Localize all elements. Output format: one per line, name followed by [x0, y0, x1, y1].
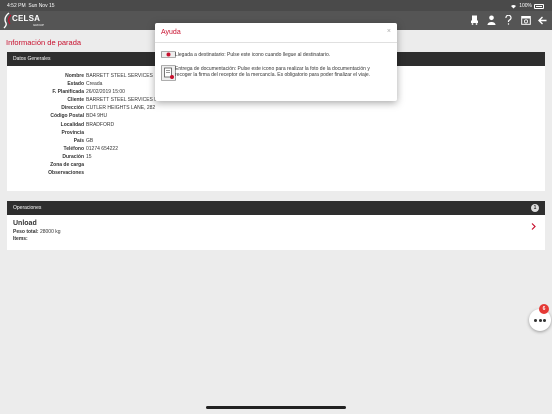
arrival-icon — [161, 51, 176, 58]
help-item-arrival-text: Llegada a destinatario: Pulse este icono… — [175, 52, 331, 58]
help-modal-title: Ayuda — [161, 29, 181, 36]
help-modal: Ayuda × Llegada a destinatario: Pulse es… — [155, 23, 397, 101]
help-item-documents-text: Entrega de documentación: Pulse este ico… — [175, 66, 371, 79]
document-delivery-icon — [161, 65, 176, 81]
help-item-arrival — [161, 51, 176, 58]
help-item-documents — [161, 65, 176, 81]
close-icon[interactable]: × — [387, 28, 391, 35]
help-modal-header: Ayuda × — [155, 23, 397, 43]
